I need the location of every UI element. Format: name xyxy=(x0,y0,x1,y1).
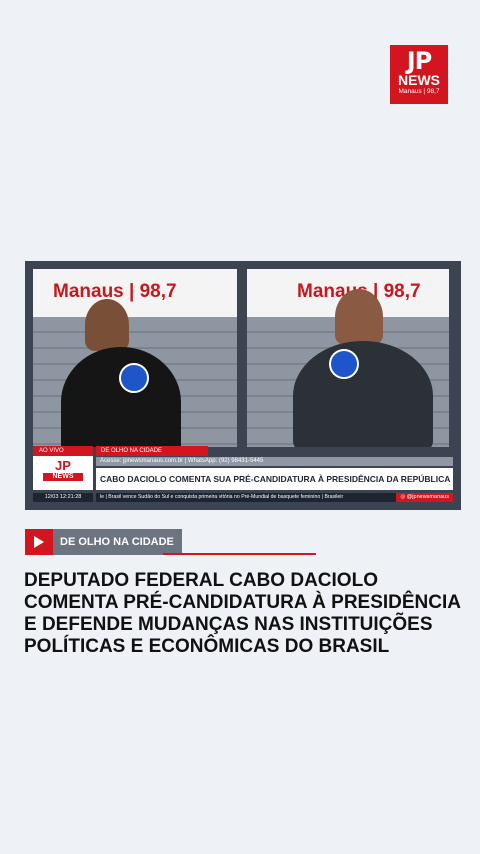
lower-logo-mark: JP xyxy=(55,458,71,473)
guest-head xyxy=(85,299,129,351)
host-head xyxy=(335,289,383,345)
divider-rule xyxy=(163,553,316,555)
guest-body xyxy=(61,347,181,447)
studio-banner-text: Manaus | 98,7 xyxy=(53,281,177,302)
category-label: DE OLHO NA CIDADE xyxy=(96,446,208,456)
instagram-icon: ◎ xyxy=(400,494,406,500)
section-tag[interactable]: DE OLHO NA CIDADE xyxy=(25,529,182,555)
lower-logo-name: NEWS xyxy=(43,473,83,481)
logo-location: Manaus | 98,7 xyxy=(398,88,440,95)
play-icon xyxy=(25,529,53,555)
video-panel-left: Manaus | 98,7 xyxy=(33,269,237,447)
section-tag-label: DE OLHO NA CIDADE xyxy=(53,529,182,555)
instagram-label: @jpnewsmanaus xyxy=(406,494,449,500)
ticker-top: AO VIVO DE OLHO NA CIDADE xyxy=(33,446,453,456)
lower-third-logo: JP NEWS xyxy=(33,456,93,490)
logo-mark: JP xyxy=(406,47,433,75)
microphone-icon xyxy=(119,363,149,393)
host-body xyxy=(293,341,433,447)
news-crawl: le | Brasil vence Sudão do Sul e conquis… xyxy=(96,493,453,502)
video-player[interactable]: Manaus | 98,7 Manaus | 98,7 AO VIVO DE O… xyxy=(25,261,461,510)
microphone-icon xyxy=(329,349,359,379)
clock: 12/03 12:21:28 xyxy=(33,493,93,502)
article-title: DEPUTADO FEDERAL CABO DACIOLO COMENTA PR… xyxy=(24,570,461,657)
jp-news-logo[interactable]: JP NEWS Manaus | 98,7 xyxy=(390,45,448,104)
video-panel-right: Manaus | 98,7 xyxy=(247,269,449,447)
instagram-handle: ◎ @jpnewsmanaus xyxy=(396,493,453,502)
live-badge: AO VIVO xyxy=(33,446,93,456)
access-line: Acesse: jpnewsmanaus.com.br | WhatsApp: … xyxy=(96,457,453,466)
lower-third-headline: CABO DACIOLO COMENTA SUA PRÉ-CANDIDATURA… xyxy=(96,468,453,490)
studio-banner: Manaus | 98,7 xyxy=(33,269,237,317)
crawl-text: le | Brasil vence Sudão do Sul e conquis… xyxy=(100,494,344,500)
logo-name: NEWS xyxy=(398,72,440,88)
